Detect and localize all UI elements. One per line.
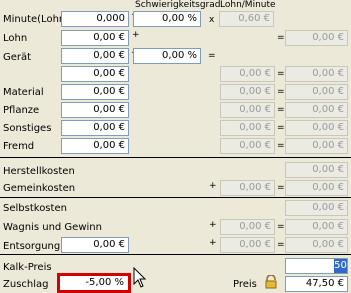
geraet-input[interactable]: 0,00 € [61,48,129,64]
herstellkosten-field: 0,00 € [285,162,348,178]
sonstiges-result-field: 0,00 € [285,120,348,136]
equals-operator: = [277,105,285,115]
separator [0,197,351,198]
plus-operator: + [209,238,217,248]
equals-operator: = [277,33,285,43]
geraet-difficulty-input[interactable]: 0,00 % [133,48,201,64]
equals-operator: = [277,222,285,232]
label-selbstkosten: Selbstkosten [3,203,67,214]
geraet-secondary-input[interactable]: 0,00 € [61,66,129,82]
fremd-subtotal-field: 0,00 € [220,138,275,154]
preis-input[interactable]: 47,50 € [285,276,348,292]
kalk-preis-selected-text: 50 [334,259,347,273]
times-operator: x [209,15,215,25]
sonstiges-subtotal-field: 0,00 € [220,120,275,136]
zuschlag-input[interactable]: -5,00 % [57,273,131,293]
lohn-result-field: 0,00 € [285,30,348,46]
geraet-subtotal-field: 0,00 € [220,66,275,82]
equals-operator: = [277,69,285,79]
label-zuschlag: Zuschlag [3,279,49,290]
header-wage-per-minute: Lohn/Minute [220,0,276,10]
label-sonstiges: Sonstiges [3,123,52,134]
plus-operator: + [209,220,217,230]
material-result-field: 0,00 € [285,84,348,100]
pflanze-input[interactable]: 0,00 € [61,102,129,118]
label-preis: Preis [233,279,257,290]
pflanze-result-field: 0,00 € [285,102,348,118]
label-entsorgung: Entsorgung [3,241,61,252]
lohn-input[interactable]: 0,00 € [61,30,129,46]
gemeinkosten-result-field: 0,00 € [285,180,348,196]
gemeinkosten-subtotal-field: 0,00 € [220,180,275,196]
label-minute-lohn: Minute(Lohn) [3,14,70,25]
plus-operator: + [209,181,217,191]
entsorgung-subtotal-field: 0,00 € [220,237,275,253]
label-gemeinkosten: Gemeinkosten [3,183,76,194]
mouse-cursor-icon [133,267,147,288]
selbstkosten-field: 0,00 € [285,200,348,216]
kalk-preis-input[interactable]: 50 [285,258,348,274]
header-difficulty: Schwierigkeitsgrad [135,0,221,10]
lock-icon[interactable] [264,275,278,289]
entsorgung-result-field: 0,00 € [285,237,348,253]
separator [0,157,351,158]
label-fremd: Fremd [3,141,35,152]
equals-operator: = [277,123,285,133]
fremd-result-field: 0,00 € [285,138,348,154]
sonstiges-input[interactable]: 0,00 € [61,120,129,136]
label-wagnis-und-gewinn: Wagnis und Gewinn [3,222,102,233]
minute-lohn-difficulty-input[interactable]: 0,00 % [133,11,201,27]
plus-operator: + [132,30,140,40]
equals-operator: = [277,87,285,97]
material-subtotal-field: 0,00 € [220,84,275,100]
wage-per-minute-field: 0,60 € [219,11,274,27]
label-kalk-preis: Kalk-Preis [3,262,52,273]
geraet-result-field: 0,00 € [285,66,348,82]
equals-operator: = [208,51,216,61]
material-input[interactable]: 0,00 € [61,84,129,100]
minute-lohn-input[interactable]: 0,000 [61,11,129,27]
equals-operator: = [277,240,285,250]
separator [0,254,351,255]
wagnis-result-field: 0,00 € [285,219,348,235]
equals-operator: = [277,141,285,151]
label-geraet: Gerät [3,52,32,63]
equals-operator: = [277,183,285,193]
pflanze-subtotal-field: 0,00 € [220,102,275,118]
label-material: Material [3,87,44,98]
entsorgung-input[interactable]: 0,00 € [61,237,129,253]
wagnis-subtotal-field: 0,00 € [220,219,275,235]
label-lohn: Lohn [3,33,28,44]
label-herstellkosten: Herstellkosten [3,166,75,177]
label-pflanze: Pflanze [3,105,40,116]
fremd-input[interactable]: 0,00 € [61,138,129,154]
